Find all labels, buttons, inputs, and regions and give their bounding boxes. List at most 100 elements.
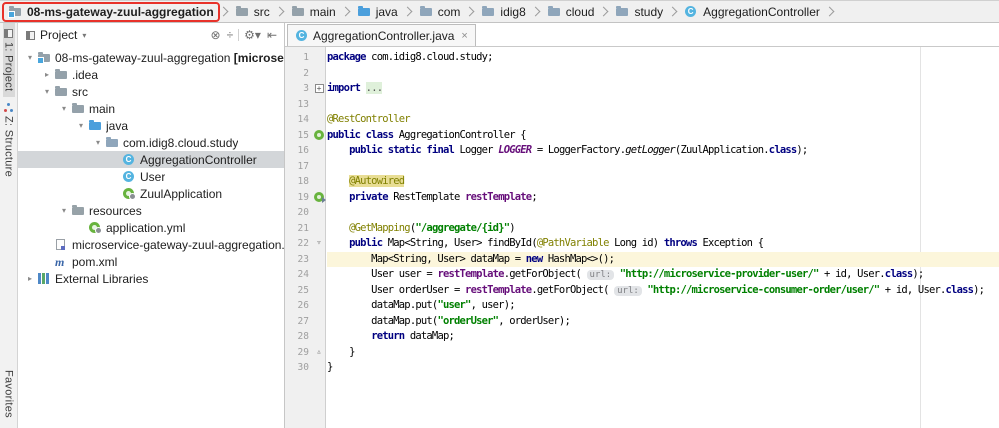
settings-icon[interactable]: ⚙▾ [241,28,264,42]
expand-arrow-icon[interactable]: ▾ [74,121,88,130]
tree-item-pom-xml[interactable]: m pom.xml [18,253,284,270]
code-line[interactable]: 22 ▿ public Map<String, User> findById(@P… [285,236,999,252]
gutter-spacer [311,112,327,128]
tree-item-java[interactable]: ▾ java [18,117,284,134]
project-panel-header: Project ▾ ⊗ ÷ ⚙▾ ⇤ [18,23,284,47]
folder-icon [235,5,249,18]
tree-item-label: ZuulApplication [140,186,223,201]
line-number: 20 [297,207,309,218]
expand-arrow-icon[interactable]: ▸ [40,70,54,79]
tree-item-application-yml[interactable]: application.yml [18,219,284,236]
code-line[interactable]: 23 Map<String, User> dataMap = new HashM… [285,251,999,268]
tree-item-user[interactable]: C User [18,168,284,185]
spring-autowired-icon[interactable] [311,190,327,206]
tree-item-zuulapplication[interactable]: ZuulApplication [18,185,284,202]
code-line[interactable]: 15 public class AggregationController { [285,128,999,144]
code-line[interactable]: 30} [285,360,999,376]
breadcrumb-item[interactable]: com [415,4,465,20]
code-line[interactable]: 20 [285,205,999,221]
code-text: public Map<String, User> findById(@PathV… [349,237,764,249]
collapse-all-icon[interactable]: ÷ [224,28,237,42]
code-text: @RestController [327,113,411,125]
gutter-spacer [311,329,327,345]
fold-expand-icon[interactable]: + [311,81,327,97]
code-line[interactable]: 27 dataMap.put("orderUser", orderUser); [285,314,999,330]
expand-arrow-icon[interactable]: ▾ [23,53,37,62]
tree-item-label: src [72,84,88,99]
breadcrumb-item[interactable]: cloud [543,4,599,20]
close-icon[interactable]: × [461,30,467,42]
gutter-spacer [311,283,327,299]
gutter-spacer [311,314,327,330]
code-line[interactable]: 17 [285,159,999,175]
breadcrumb-item[interactable]: C AggregationController [680,4,824,20]
expand-arrow-icon[interactable]: ▾ [57,104,71,113]
code-line[interactable]: 2 [285,66,999,82]
code-line[interactable]: 1 package com.idig8.cloud.study; [285,50,999,66]
stripe-tab-1-project[interactable]: 1: Project [2,23,15,98]
code-text: return dataMap; [371,330,455,342]
line-number: 13 [297,98,309,110]
code-line[interactable]: 26 dataMap.put("user", user); [285,298,999,314]
expand-arrow-icon[interactable]: ▾ [91,138,105,147]
tree-item-resources[interactable]: ▾ resources [18,202,284,219]
gutter-spacer [311,221,327,237]
breadcrumb-item[interactable]: study [611,4,667,20]
code-line[interactable]: 3 + import ... [285,81,999,97]
folder-root-icon [8,5,22,18]
gutter-spacer [311,252,327,268]
stripe-tab-favorites[interactable]: Favorites [3,364,15,424]
fold-collapse-start-icon[interactable]: ▿ [311,236,327,252]
folder-icon [291,5,305,18]
stripe-tab-label: 1: Project [2,42,15,92]
tree-item-com-idig8-cloud-study[interactable]: ▾ com.idig8.cloud.study [18,134,284,151]
stripe-tab-label: Favorites [2,370,15,418]
chevron-right-icon [667,6,678,17]
locate-icon[interactable]: ⊗ [208,28,224,42]
breadcrumb-item[interactable]: 08-ms-gateway-zuul-aggregation [2,1,220,22]
project-panel-title: Project [40,28,78,42]
editor-tab[interactable]: C AggregationController.java × [287,24,476,46]
breadcrumb-item[interactable]: java [353,4,402,20]
tree-item-src[interactable]: ▾ src [18,83,284,100]
code-line[interactable]: 21 @GetMapping("/aggregate/{id}") [285,221,999,237]
tree-item-aggregationcontroller[interactable]: C AggregationController [18,151,284,168]
tree-item-main[interactable]: ▾ main [18,100,284,117]
breadcrumb-item[interactable]: main [287,4,340,20]
tree-item-08-ms-gateway-zuul-aggregation[interactable]: ▾ 08-ms-gateway-zuul-aggregation [microse… [18,49,284,66]
expand-arrow-icon[interactable]: ▸ [23,274,37,283]
line-number: 1 [303,52,309,63]
code-line[interactable]: 19 private RestTemplate restTemplate; [285,190,999,206]
fold-collapse-end-icon[interactable]: ▵ [311,345,327,361]
line-number: 24 [297,269,309,280]
breadcrumb-item[interactable]: src [231,4,274,20]
line-number: 17 [297,160,309,172]
chevron-down-icon[interactable]: ▾ [82,31,86,40]
breadcrumb-item[interactable]: idig8 [477,4,529,20]
code-line[interactable]: 28 return dataMap; [285,329,999,345]
code-line[interactable]: 13 [285,97,999,113]
stripe-tab-z-structure[interactable]: Z: Structure [3,97,15,183]
code-line[interactable]: 25 User orderUser = restTemplate.getForO… [285,283,999,299]
code-editor[interactable]: 1 package com.idig8.cloud.study; 2 3 + import… [285,47,999,428]
spring-bean-icon[interactable] [311,128,327,144]
code-line[interactable]: 29 ▵ } [285,345,999,361]
line-number: 16 [297,145,309,156]
code-line[interactable]: 24 User user = restTemplate.getForObject… [285,267,999,283]
hide-icon[interactable]: ⇤ [264,28,280,42]
expand-arrow-icon[interactable]: ▾ [57,206,71,215]
gutter-spacer [311,360,327,376]
tree-item-microservice-gateway-zuul-aggregation-iml[interactable]: microservice-gateway-zuul-aggregation.im… [18,236,284,253]
tree-item-external-libraries[interactable]: ▸ External Libraries [18,270,284,287]
code-line[interactable]: 18 @Autowired [285,174,999,190]
code-line[interactable]: 16 public static final Logger LOGGER = L… [285,143,999,159]
tool-window-icon [4,29,13,38]
code-line[interactable]: 14 @RestController [285,112,999,128]
chevron-right-icon [218,6,229,17]
code-text: package com.idig8.cloud.study; [327,51,493,63]
tree-item--idea[interactable]: ▸ .idea [18,66,284,83]
tree-item-label: microservice-gateway-zuul-aggregation.im… [72,237,284,252]
expand-arrow-icon[interactable]: ▾ [40,87,54,96]
chevron-right-icon [464,6,475,17]
code-text: public static final Logger LOGGER = Logg… [349,144,808,156]
